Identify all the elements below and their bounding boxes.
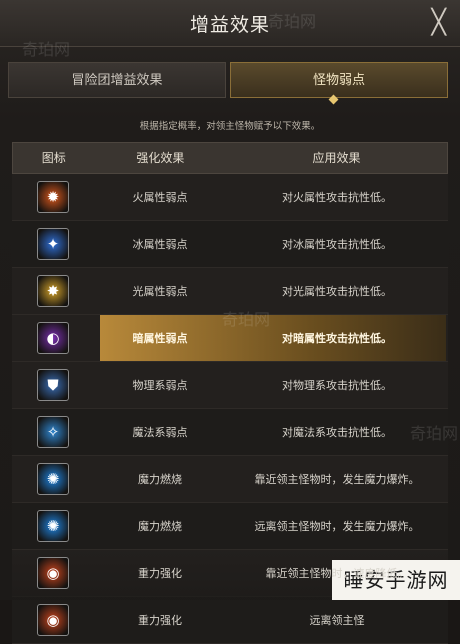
effect-label: 光属性弱点 bbox=[132, 285, 188, 298]
header-effect: 强化效果 bbox=[136, 151, 185, 165]
header-icon: 图标 bbox=[41, 151, 66, 165]
table-row[interactable]: ✧ 魔法系弱点 对魔法系攻击抗性低。 bbox=[12, 409, 448, 456]
icon-cell: ✺ bbox=[12, 463, 94, 495]
apply-label: 靠近领主怪物时，速度降低。 bbox=[265, 567, 409, 580]
icon-cell: ✸ bbox=[12, 275, 94, 307]
watermark: 奇珀网 bbox=[22, 40, 71, 59]
table-body: ✹ 火属性弱点 对火属性攻击抗性低。 ✦ 冰属性弱点 对冰属性攻击抗性低。 ✸ 光属性弱点 对光… bbox=[12, 174, 448, 644]
table-row[interactable]: ✹ 火属性弱点 对火属性攻击抗性低。 bbox=[12, 174, 448, 221]
apply-label: 远离领主怪物时，发生魔力爆炸。 bbox=[254, 520, 420, 533]
magic-burn-in-icon: ✺ bbox=[37, 463, 69, 495]
header-apply: 应用效果 bbox=[312, 151, 361, 165]
effect-label: 魔力燃烧 bbox=[138, 473, 182, 486]
effect-label: 魔法系弱点 bbox=[132, 426, 188, 439]
light-icon: ✸ bbox=[37, 275, 69, 307]
close-icon[interactable]: ╳ bbox=[432, 8, 446, 36]
icon-cell: ◐ bbox=[12, 322, 94, 354]
apply-label: 对物理系攻击抗性低。 bbox=[282, 379, 392, 392]
watermark: 奇珀网 bbox=[268, 12, 317, 31]
icon-cell: ✧ bbox=[12, 416, 94, 448]
effect-label: 火属性弱点 bbox=[132, 191, 188, 204]
dark-icon: ◐ bbox=[37, 322, 69, 354]
apply-label: 对火属性攻击抗性低。 bbox=[282, 191, 392, 204]
window-title: 增益效果 bbox=[189, 14, 270, 36]
icon-cell: ✦ bbox=[12, 228, 94, 260]
effect-label: 魔力燃烧 bbox=[138, 520, 182, 533]
icon-cell: ✺ bbox=[12, 510, 94, 542]
apply-label: 靠近领主怪物时，发生魔力爆炸。 bbox=[254, 473, 420, 486]
fire-icon: ✹ bbox=[37, 181, 69, 213]
table-row[interactable]: ✺ 魔力燃烧 远离领主怪物时，发生魔力爆炸。 bbox=[12, 503, 448, 550]
physical-shield-icon: ⛊ bbox=[37, 369, 69, 401]
effect-label: 冰属性弱点 bbox=[132, 238, 188, 251]
apply-label: 对魔法系攻击抗性低。 bbox=[282, 426, 392, 439]
watermark: 奇珀网 bbox=[222, 310, 271, 329]
table-row[interactable]: ✺ 魔力燃烧 靠近领主怪物时，发生魔力爆炸。 bbox=[12, 456, 448, 503]
weakness-table: 图标 强化效果 应用效果 ✹ 火属性弱点 对火属性攻击抗性低。 ✦ 冰属性弱点 对冰属性攻… bbox=[12, 142, 448, 644]
gravity-out-icon: ◉ bbox=[37, 604, 69, 636]
effect-label: 重力强化 bbox=[138, 567, 182, 580]
ice-icon: ✦ bbox=[37, 228, 69, 260]
gravity-in-icon: ◉ bbox=[37, 557, 69, 589]
table-header: 图标 强化效果 应用效果 bbox=[12, 142, 448, 174]
icon-cell: ◉ bbox=[12, 557, 94, 589]
effect-label: 暗属性弱点 bbox=[132, 332, 188, 345]
apply-label: 对冰属性攻击抗性低。 bbox=[282, 238, 392, 251]
icon-cell: ✹ bbox=[12, 181, 94, 213]
icon-cell: ⛊ bbox=[12, 369, 94, 401]
tab-bar: 冒险团增益效果 怪物弱点 bbox=[8, 62, 452, 98]
table-row[interactable]: ◉ 重力强化 远离领主怪 bbox=[12, 597, 448, 644]
apply-label: 对光属性攻击抗性低。 bbox=[282, 285, 392, 298]
effect-label: 重力强化 bbox=[138, 614, 182, 627]
tab-monster-weakness[interactable]: 怪物弱点 bbox=[230, 62, 448, 98]
table-row[interactable]: ⛊ 物理系弱点 对物理系攻击抗性低。 bbox=[12, 362, 448, 409]
magic-icon: ✧ bbox=[37, 416, 69, 448]
effect-label: 物理系弱点 bbox=[132, 379, 188, 392]
tab-team-buff[interactable]: 冒险团增益效果 bbox=[8, 62, 226, 98]
magic-burn-out-icon: ✺ bbox=[37, 510, 69, 542]
icon-cell: ◉ bbox=[12, 604, 94, 636]
apply-label: 远离领主怪 bbox=[309, 614, 365, 627]
apply-label: 对暗属性攻击抗性低。 bbox=[282, 332, 392, 345]
description-text: 根据指定概率，对领主怪物赋予以下效果。 bbox=[139, 121, 321, 132]
table-row[interactable]: ✦ 冰属性弱点 对冰属性攻击抗性低。 bbox=[12, 221, 448, 268]
